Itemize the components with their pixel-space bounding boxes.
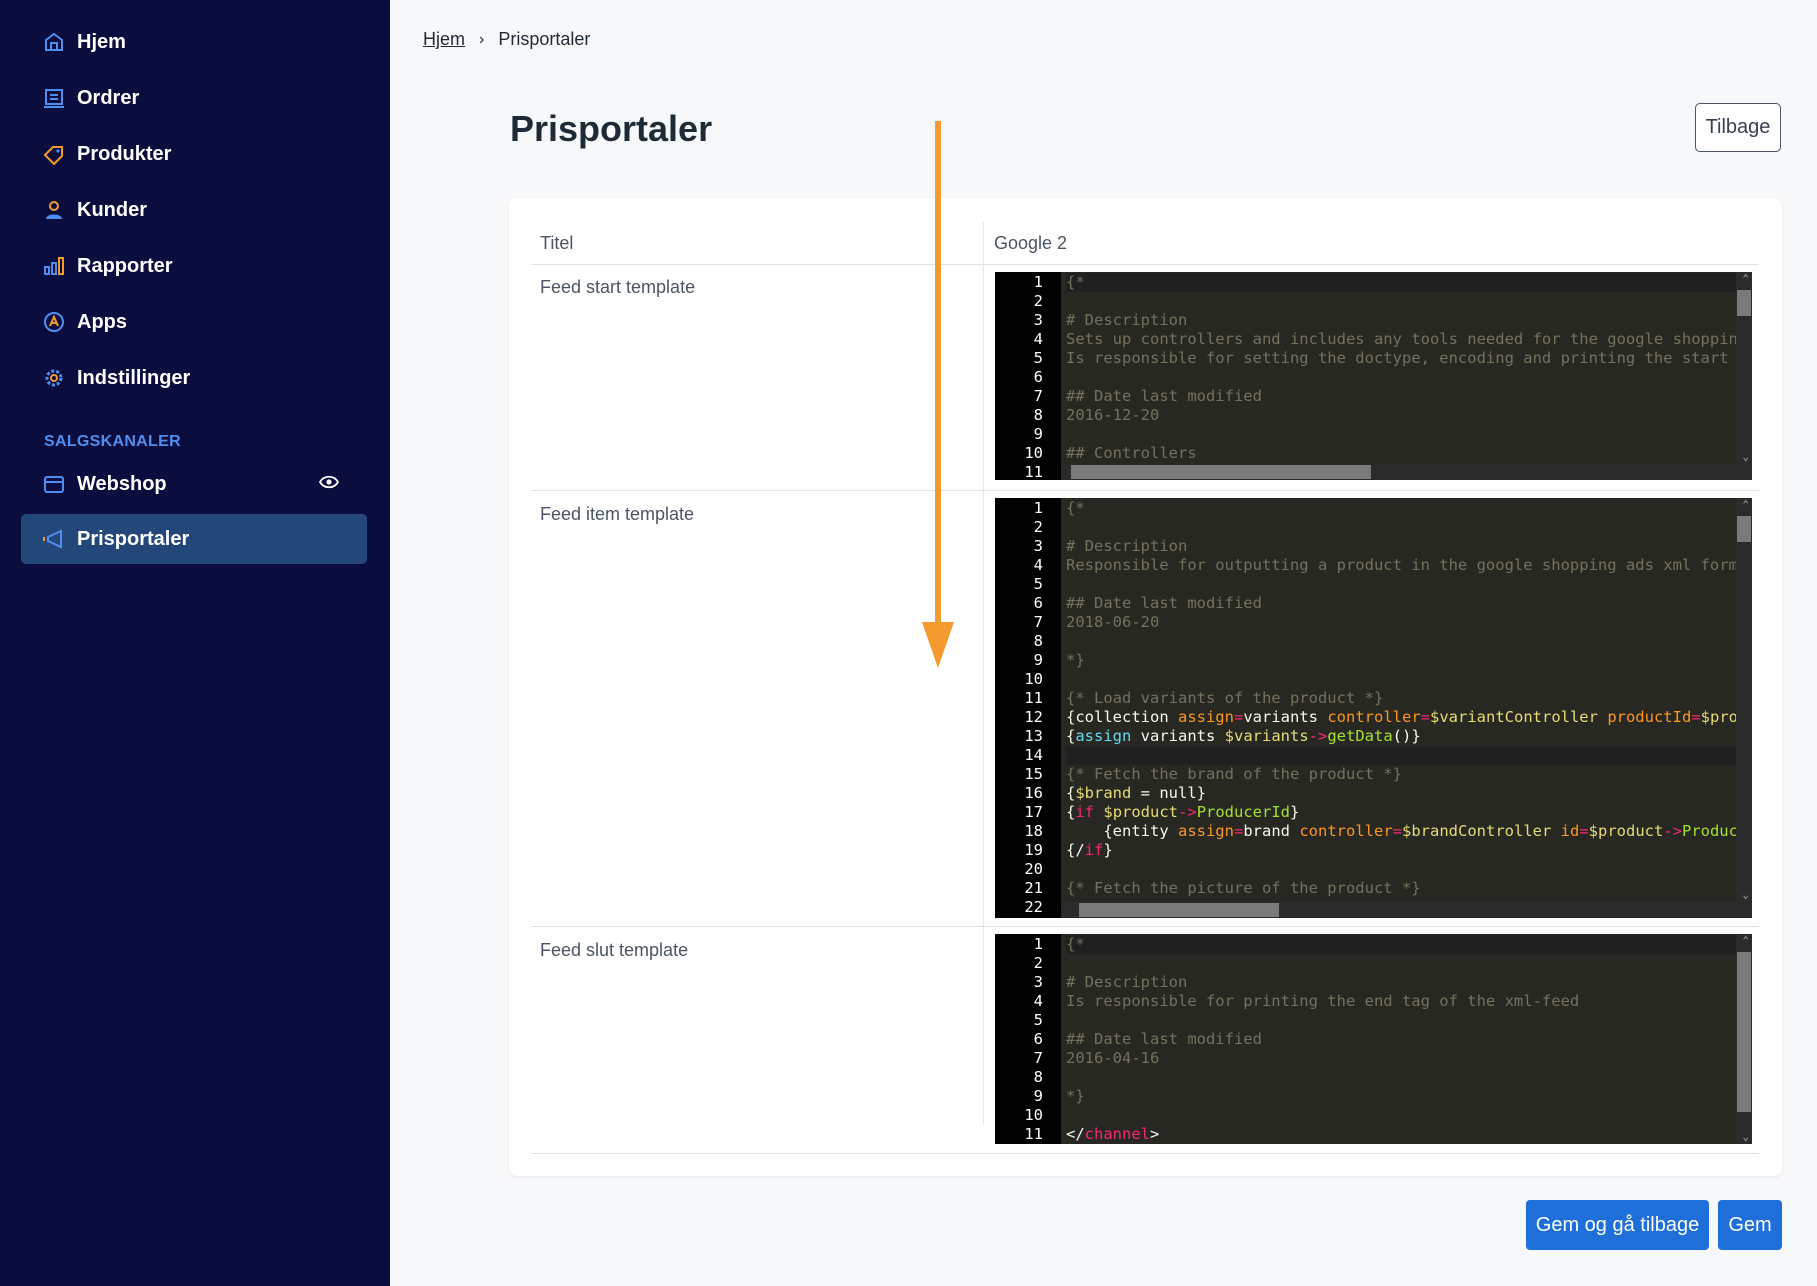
horizontal-scrollbar[interactable] bbox=[1061, 902, 1736, 918]
nav-label: Kunder bbox=[77, 198, 147, 221]
nav-item-hjem[interactable]: Hjem bbox=[21, 17, 367, 67]
nav-label: Prisportaler bbox=[77, 527, 190, 550]
sidebar: Hjem Ordrer Produkter Kunder Rapporter A… bbox=[0, 0, 390, 1286]
row-divider bbox=[531, 926, 1759, 927]
form-card: Titel Google 2 Feed start template Feed … bbox=[509, 198, 1782, 1176]
code-area[interactable]: {* # Description Responsible for outputt… bbox=[1066, 498, 1736, 918]
row-divider bbox=[531, 264, 1759, 265]
title-input[interactable]: Google 2 bbox=[994, 233, 1067, 254]
nav-item-indstillinger[interactable]: Indstillinger bbox=[21, 353, 367, 403]
home-icon bbox=[43, 31, 65, 53]
feed-start-editor[interactable]: 1 2 3 4 5 6 7 8 9 10 11 {* # Description Sets up c… bbox=[995, 272, 1752, 480]
breadcrumb-separator: › bbox=[479, 30, 485, 48]
nav-item-prisportaler[interactable]: Prisportaler bbox=[21, 514, 367, 564]
nav-label: Rapporter bbox=[77, 254, 173, 277]
title-label: Titel bbox=[540, 233, 574, 253]
feed-end-label: Feed slut template bbox=[540, 940, 689, 960]
save-button[interactable]: Gem bbox=[1718, 1200, 1782, 1250]
vertical-scrollbar[interactable]: ⌃ ⌄ bbox=[1736, 272, 1752, 480]
column-divider bbox=[983, 264, 984, 1124]
nav-item-produkter[interactable]: Produkter bbox=[21, 129, 367, 179]
line-gutter: 1 2 3 4 5 6 7 8 9 10 11 bbox=[995, 934, 1061, 1144]
row-divider bbox=[531, 1153, 1759, 1154]
tag-icon bbox=[43, 143, 65, 165]
nav-label: Apps bbox=[77, 310, 127, 333]
apps-icon bbox=[43, 311, 65, 333]
nav-label: Webshop bbox=[77, 472, 167, 495]
vertical-scrollbar[interactable]: ⌃ ⌄ bbox=[1736, 498, 1752, 918]
page-title: Prisportaler bbox=[510, 108, 713, 149]
vertical-scrollbar[interactable]: ⌃ ⌄ bbox=[1736, 934, 1752, 1144]
nav-label: Hjem bbox=[77, 30, 126, 53]
feed-item-editor[interactable]: 1 2 3 4 5 6 7 8 9 10 11 12 13 14 15 16 17 18 19 20 21 22 {* #… bbox=[995, 498, 1752, 918]
section-label-salgskanaler: SALGSKANALER bbox=[44, 433, 181, 450]
nav-item-ordrer[interactable]: Ordrer bbox=[21, 73, 367, 123]
orders-icon bbox=[43, 87, 65, 109]
horizontal-scrollbar[interactable] bbox=[1061, 464, 1736, 480]
breadcrumb: Hjem › Prisportaler bbox=[423, 29, 590, 50]
nav-item-kunder[interactable]: Kunder bbox=[21, 185, 367, 235]
nav-item-webshop[interactable]: Webshop bbox=[21, 459, 367, 509]
breadcrumb-current: Prisportaler bbox=[498, 29, 591, 49]
megaphone-icon bbox=[43, 528, 65, 550]
save-and-back-button[interactable]: Gem og gå tilbage bbox=[1526, 1200, 1709, 1250]
row-divider bbox=[531, 490, 1759, 491]
nav-label: Produkter bbox=[77, 142, 172, 165]
back-button[interactable]: Tilbage bbox=[1695, 103, 1781, 152]
line-gutter: 1 2 3 4 5 6 7 8 9 10 11 bbox=[995, 272, 1061, 480]
nav-item-apps[interactable]: Apps bbox=[21, 297, 367, 347]
bar-chart-icon bbox=[43, 255, 65, 277]
breadcrumb-home-link[interactable]: Hjem bbox=[423, 29, 465, 50]
nav-item-rapporter[interactable]: Rapporter bbox=[21, 241, 367, 291]
line-gutter: 1 2 3 4 5 6 7 8 9 10 11 12 13 14 15 16 17 18 19 20 21 22 bbox=[995, 498, 1061, 918]
feed-item-label: Feed item template bbox=[540, 504, 695, 524]
user-icon bbox=[43, 199, 65, 221]
store-icon bbox=[43, 473, 65, 495]
nav-label: Ordrer bbox=[77, 86, 140, 109]
nav-label: Indstillinger bbox=[77, 366, 191, 389]
code-area[interactable]: {* # Description Sets up controllers and… bbox=[1066, 272, 1736, 480]
gear-icon bbox=[43, 367, 65, 389]
feed-start-label: Feed start template bbox=[540, 277, 696, 297]
eye-icon[interactable] bbox=[318, 472, 340, 495]
feed-end-editor[interactable]: 1 2 3 4 5 6 7 8 9 10 11 {* # Description Is respon… bbox=[995, 934, 1752, 1144]
code-area[interactable]: {* # Description Is responsible for prin… bbox=[1066, 934, 1736, 1144]
